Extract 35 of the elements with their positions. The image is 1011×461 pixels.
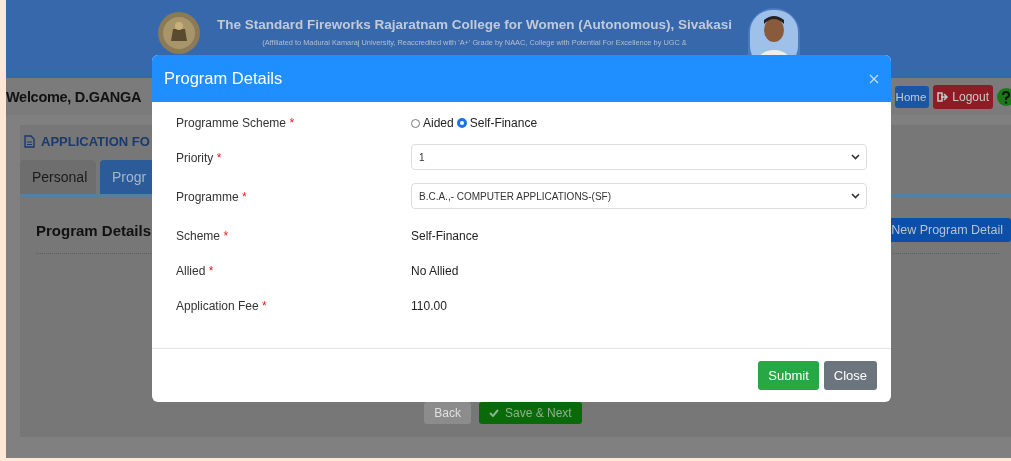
field-label: Application Fee *: [176, 298, 268, 313]
help-icon[interactable]: [997, 87, 1011, 106]
radio-button[interactable]: [456, 118, 467, 128]
save-next-button[interactable]: Save & Next: [479, 402, 582, 424]
field-label: Programme *: [176, 189, 248, 204]
back-button[interactable]: Back: [424, 402, 471, 424]
field-value: No Allied: [411, 263, 459, 278]
radio-button[interactable]: [411, 118, 420, 128]
submit-button[interactable]: Submit: [758, 361, 819, 390]
close-button[interactable]: Close: [823, 361, 877, 390]
application-heading: APPLICATION FO: [41, 133, 150, 149]
logout-icon: [937, 91, 949, 102]
field-value: 110.00: [411, 298, 447, 313]
welcome-text: Welcome, D.GANGA: [6, 88, 142, 105]
check-icon: [489, 409, 499, 417]
close-icon[interactable]: [869, 73, 879, 84]
chevron-down-icon: [851, 193, 860, 199]
field-label: Programme Scheme *: [176, 115, 296, 130]
document-icon: [24, 134, 35, 148]
emblem-icon: [156, 11, 201, 55]
radio-label[interactable]: Aided: [423, 116, 454, 130]
college-title: The Standard Fireworks Rajaratnam College for Women (Autonomous), Sivakasi: [216, 17, 733, 32]
home-button[interactable]: Home: [894, 85, 930, 108]
field-label: Priority *: [176, 150, 223, 165]
field-label: Scheme *: [176, 228, 230, 243]
tab[interactable]: Personal: [20, 160, 96, 194]
field-value: Self-Finance: [411, 228, 479, 243]
select-field[interactable]: B.C.A.,- COMPUTER APPLICATIONS-(SF): [411, 183, 867, 209]
logout-button[interactable]: Logout: [933, 84, 993, 109]
field-label: Allied *: [176, 263, 215, 278]
chevron-down-icon: [851, 154, 860, 160]
section-title: Program Details: [36, 221, 152, 239]
select-field[interactable]: 1: [411, 144, 867, 170]
radio-label[interactable]: Self-Finance: [469, 116, 538, 130]
modal-title: Program Details: [164, 69, 283, 88]
